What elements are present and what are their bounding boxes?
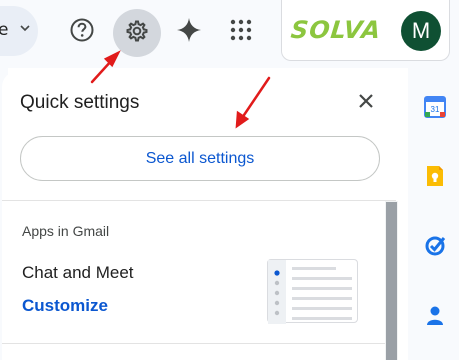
gemini-sparkle-icon: [175, 16, 203, 49]
avatar[interactable]: M: [401, 11, 441, 51]
account-area[interactable]: SOLVA M: [281, 0, 450, 61]
search-bar-text: e: [0, 20, 9, 40]
top-bar: e SOLVA M: [0, 0, 459, 68]
calendar-day: 31: [431, 105, 440, 114]
side-panel: 31: [408, 68, 459, 360]
help-circle-icon: [69, 17, 95, 48]
gear-icon: [124, 18, 150, 49]
settings-button[interactable]: [113, 9, 161, 57]
search-bar-edge[interactable]: e: [0, 6, 38, 56]
scrollbar-thumb[interactable]: [386, 202, 397, 360]
apps-button[interactable]: [219, 10, 263, 54]
panel-title: Quick settings: [20, 92, 140, 113]
contacts-icon[interactable]: [424, 304, 446, 326]
section-heading: Apps in Gmail: [22, 223, 110, 239]
avatar-letter: M: [411, 18, 431, 43]
quick-settings-panel: Quick settings See all settings Apps in …: [2, 71, 398, 360]
tasks-icon[interactable]: [424, 234, 446, 256]
keep-icon[interactable]: [424, 165, 446, 187]
divider: [2, 200, 396, 201]
gemini-button[interactable]: [167, 10, 211, 54]
help-button[interactable]: [60, 10, 104, 54]
chat-layout-thumbnail[interactable]: [267, 259, 358, 324]
chevron-down-icon[interactable]: [18, 21, 32, 40]
close-icon: [358, 93, 374, 114]
calendar-icon[interactable]: 31: [424, 96, 446, 118]
see-all-settings-label: See all settings: [145, 149, 255, 167]
chat-and-meet-label: Chat and Meet: [22, 263, 134, 282]
brand-logo: SOLVA: [289, 16, 383, 44]
divider: [2, 343, 385, 344]
customize-link[interactable]: Customize: [22, 296, 108, 316]
apps-grid-icon: [230, 19, 252, 46]
close-button[interactable]: [354, 91, 378, 115]
see-all-settings-button[interactable]: See all settings: [20, 136, 380, 181]
